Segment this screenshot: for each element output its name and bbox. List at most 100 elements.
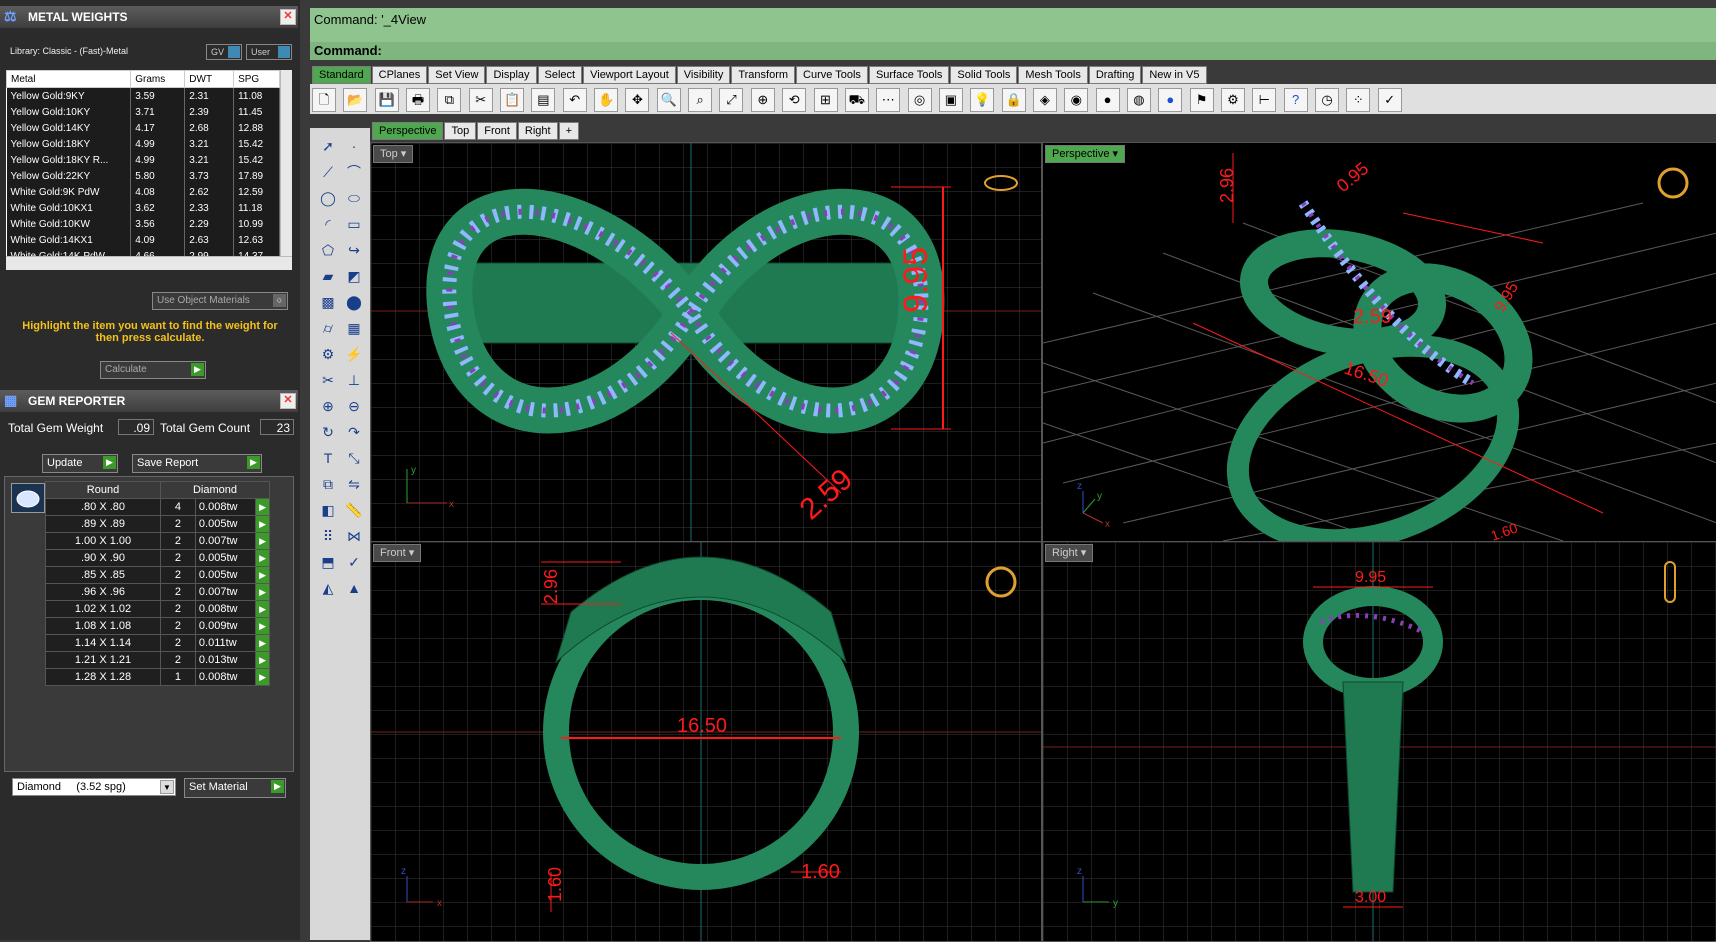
cone-icon[interactable]: ▲	[342, 576, 366, 600]
gem-row-play-icon[interactable]: ▶	[255, 549, 270, 567]
ellipse-icon[interactable]: ⬭	[342, 186, 366, 210]
viewport-right-label[interactable]: Right ▾	[1045, 544, 1094, 562]
four-view-icon[interactable]: ⊞	[813, 88, 838, 112]
metal-row[interactable]: Yellow Gold:22KY 5.80 3.73 17.89	[6, 168, 280, 184]
metal-row[interactable]: White Gold:9K PdW 4.08 2.62 12.59	[6, 184, 280, 200]
offset-icon[interactable]: ↻	[316, 420, 340, 444]
viewport-tab-front[interactable]: Front	[477, 122, 517, 140]
shapes-icon[interactable]: ◭	[316, 576, 340, 600]
fillet-icon[interactable]: ↪	[342, 238, 366, 262]
metal-row[interactable]: Yellow Gold:9KY 3.59 2.31 11.08	[6, 87, 280, 104]
gem-row-play-icon[interactable]: ▶	[255, 498, 270, 516]
zoom-extents-icon[interactable]: ⤢	[719, 88, 744, 112]
split-icon[interactable]: ⊥	[342, 368, 366, 392]
mirror-icon[interactable]: ⇋	[342, 472, 366, 496]
rotate-view-icon[interactable]: ✥	[625, 88, 650, 112]
viewport-front-label[interactable]: Front ▾	[373, 544, 422, 562]
point-icon[interactable]: ·	[342, 134, 366, 158]
gem-row[interactable]: .80 X .80 4 0.008tw ▶	[45, 498, 270, 516]
gem-row[interactable]: 1.28 X 1.28 1 0.008tw ▶	[45, 668, 270, 686]
viewport-tab-right[interactable]: Right	[517, 122, 558, 140]
options-gear-icon[interactable]: ⚙	[1220, 88, 1245, 112]
toolbar-tab-surface-tools[interactable]: Surface Tools	[868, 66, 950, 84]
metal-col-spg[interactable]: SPG	[233, 70, 280, 88]
mesh-icon[interactable]: ▦	[342, 316, 366, 340]
viewport-top[interactable]: 9.95 2.59 x y Top ▾	[370, 142, 1042, 542]
gem-row[interactable]: .90 X .90 2 0.005tw ▶	[45, 549, 270, 567]
join-icon[interactable]: ⋈	[342, 524, 366, 548]
toolbar-tab-curve-tools[interactable]: Curve Tools	[796, 66, 868, 84]
boolean-diff-icon[interactable]: ⊖	[342, 394, 366, 418]
circle-icon[interactable]: ◯	[316, 186, 340, 210]
new-file-icon[interactable]: 🗋	[312, 88, 336, 112]
open-folder-icon[interactable]: 📂	[343, 88, 368, 112]
help-icon[interactable]: ?	[1283, 88, 1308, 112]
gem-row[interactable]: 1.02 X 1.02 2 0.008tw ▶	[45, 600, 270, 618]
zoom-window-icon[interactable]: ⌕	[688, 88, 713, 112]
gem-row[interactable]: 1.00 X 1.00 2 0.007tw ▶	[45, 532, 270, 550]
gv-toggle[interactable]: GV	[206, 44, 242, 60]
grid-snap-icon[interactable]: ⋯	[876, 88, 901, 112]
toolbar-tab-cplanes[interactable]: CPlanes	[371, 66, 428, 84]
viewport-perspective-label[interactable]: Perspective ▾	[1045, 145, 1126, 163]
gem-row-play-icon[interactable]: ▶	[255, 515, 270, 533]
metal-row[interactable]: Yellow Gold:14KY 4.17 2.68 12.88	[6, 120, 280, 136]
update-button[interactable]: Update ▶	[42, 454, 118, 473]
toolbar-tab-mesh-tools[interactable]: Mesh Tools	[1018, 66, 1088, 84]
metal-row[interactable]: White Gold:10KW 3.56 2.29 10.99	[6, 216, 280, 232]
boolean-union-icon[interactable]: ⊕	[316, 394, 340, 418]
metal-row[interactable]: Yellow Gold:10KY 3.71 2.39 11.45	[6, 104, 280, 120]
check-icon[interactable]: ✓	[1377, 88, 1402, 112]
gem-reporter-close-icon[interactable]: ✕	[280, 393, 296, 409]
gear-tool-icon[interactable]: ⚙	[316, 342, 340, 366]
properties-icon[interactable]: ▣	[938, 88, 963, 112]
gem-row-play-icon[interactable]: ▶	[255, 634, 270, 652]
curve-icon[interactable]: ⌒	[342, 160, 366, 184]
trim-icon[interactable]: ✂	[316, 368, 340, 392]
gem-row-play-icon[interactable]: ▶	[255, 651, 270, 669]
viewport-front[interactable]: 2.96 16.50 1.60 1.60 x z Front ▾	[370, 541, 1042, 942]
add-viewport-tab[interactable]: +	[558, 122, 580, 140]
rectangle-icon[interactable]: ▭	[342, 212, 366, 236]
clipboard-icon[interactable]: ▤	[531, 88, 556, 112]
copy-icon[interactable]: ⧉	[437, 88, 462, 112]
text-icon[interactable]: T	[316, 446, 340, 470]
metal-table-hscrollbar[interactable]	[6, 256, 292, 270]
paste-icon[interactable]: 📋	[500, 88, 525, 112]
zoom-icon[interactable]: 🔍	[656, 88, 681, 112]
render-icon[interactable]: ⚑	[1189, 88, 1214, 112]
gem-row[interactable]: 1.21 X 1.21 2 0.013tw ▶	[45, 651, 270, 669]
gem-row[interactable]: 1.14 X 1.14 2 0.011tw ▶	[45, 634, 270, 652]
grid-icon[interactable]: ⠿	[316, 524, 340, 548]
array-icon[interactable]: ⧉	[316, 472, 340, 496]
undo-view-icon[interactable]: ⟲	[782, 88, 807, 112]
material-icon[interactable]: ◈	[1032, 88, 1057, 112]
history-icon[interactable]: ◷	[1315, 88, 1339, 112]
viewport-right[interactable]: 9.95 3.00 y z Right ▾	[1042, 541, 1716, 942]
toolbar-tab-transform[interactable]: Transform	[731, 66, 796, 84]
polygon-icon[interactable]: ⬠	[316, 238, 340, 262]
rendered-sphere-icon[interactable]: ◍	[1126, 88, 1151, 112]
surface-icon[interactable]: ▰	[316, 264, 340, 288]
viewport-tab-perspective[interactable]: Perspective	[372, 122, 444, 140]
gem-row-play-icon[interactable]: ▶	[255, 617, 270, 635]
gem-row[interactable]: .96 X .96 2 0.007tw ▶	[45, 583, 270, 601]
viewport-top-label[interactable]: Top ▾	[373, 145, 414, 163]
metal-col-dwt[interactable]: DWT	[184, 70, 235, 88]
calculate-button[interactable]: Calculate ▶	[100, 361, 206, 379]
pan-icon[interactable]: ✋	[594, 88, 619, 112]
toolbar-tab-visibility[interactable]: Visibility	[676, 66, 731, 84]
print-icon[interactable]: 🖶	[406, 88, 431, 112]
command-prompt[interactable]: Command:	[310, 42, 1716, 60]
material-select[interactable]: Diamond (3.52 spg) ▼	[12, 778, 176, 796]
loft-icon[interactable]: ◩	[342, 264, 366, 288]
save-icon[interactable]: 💾	[374, 88, 399, 112]
color-wheel-icon[interactable]: ◉	[1064, 88, 1089, 112]
undo-icon[interactable]: ↶	[562, 88, 587, 112]
solid-icon[interactable]: ◧	[316, 498, 340, 522]
lock-icon[interactable]: 🔒	[1001, 88, 1026, 112]
extend-icon[interactable]: ↷	[342, 420, 366, 444]
metal-row[interactable]: Yellow Gold:18KY R... 4.99 3.21 15.42	[6, 152, 280, 168]
toolbar-tab-set-view[interactable]: Set View	[428, 66, 486, 84]
blue-sphere-icon[interactable]: ●	[1158, 88, 1183, 112]
